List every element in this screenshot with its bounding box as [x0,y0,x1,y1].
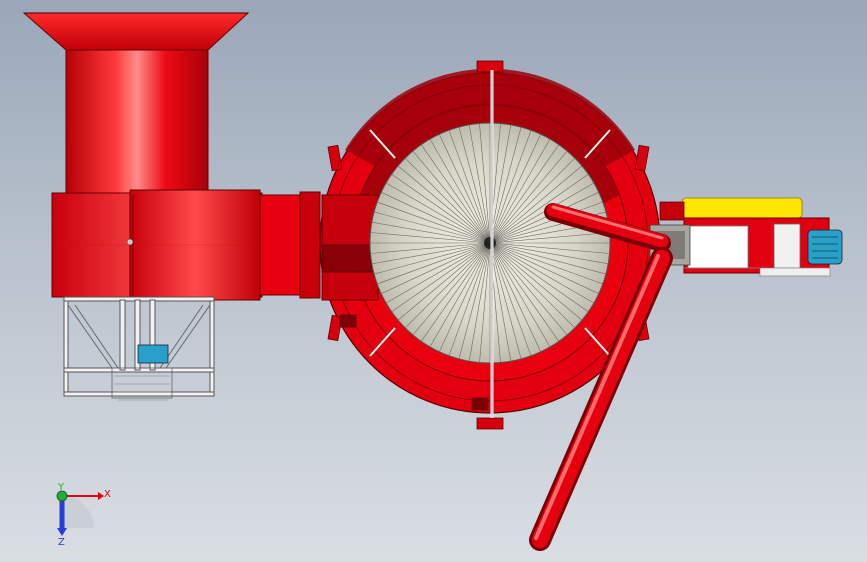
z-axis-label: Z [58,537,65,548]
machine-model[interactable]: X Y Z [0,0,867,562]
feed-cylinder [65,49,209,196]
drive-motor [807,229,843,265]
fan-outlet-duct [259,191,321,299]
y-axis-label: Y [57,482,65,493]
intake-funnel [22,12,250,51]
screen-disc [369,122,611,364]
fan-housing [51,189,263,301]
drive-unit [649,197,831,277]
view-triad[interactable]: X Y Z [56,482,111,548]
cad-viewport[interactable]: X Y Z [0,0,867,562]
x-axis-label: X [104,489,111,500]
